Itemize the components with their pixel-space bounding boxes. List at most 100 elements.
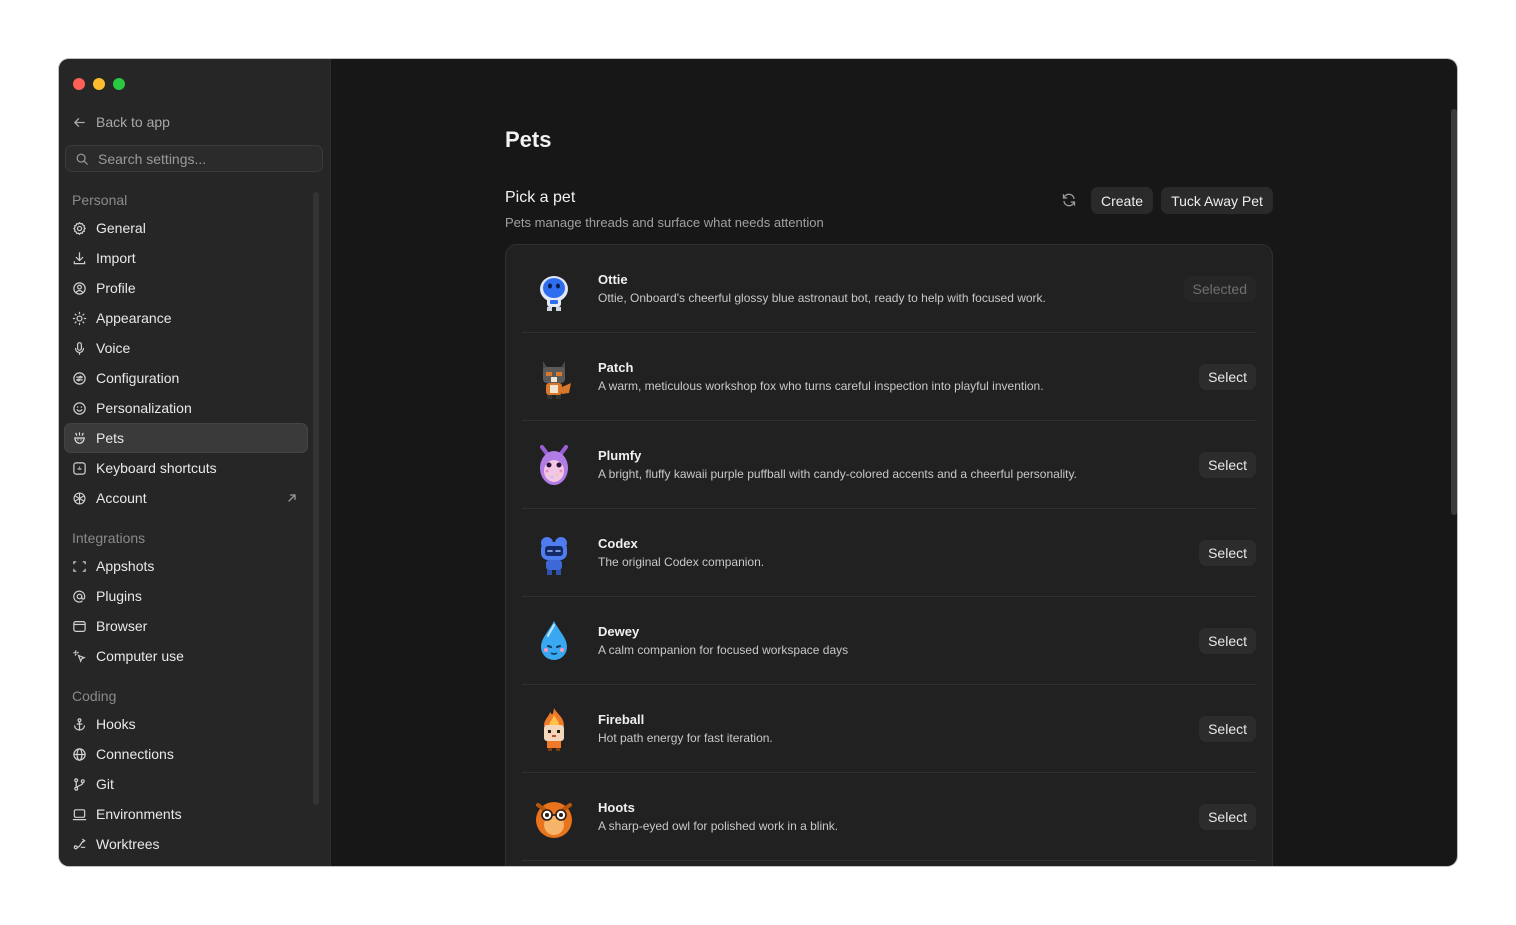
browser-icon: [73, 620, 86, 632]
globe-icon: [73, 747, 86, 761]
sidebar-item-label: Appshots: [96, 558, 155, 574]
pet-description: Hot path energy for fast iteration.: [598, 731, 773, 745]
user-circle-icon: [73, 281, 86, 295]
sidebar-item-label: Account: [96, 490, 147, 506]
openai-icon: [73, 491, 86, 505]
select-button[interactable]: Select: [1199, 540, 1256, 566]
pet-name: Hoots: [598, 800, 635, 815]
sidebar-item-connections[interactable]: Connections: [64, 739, 308, 769]
sidebar-item-plugins[interactable]: Plugins: [64, 581, 308, 611]
list-item: Codex The original Codex companion. Sele…: [522, 509, 1256, 597]
sidebar-item-label: Appearance: [96, 310, 172, 326]
sidebar-item-import[interactable]: Import: [64, 243, 308, 273]
gear-icon: [73, 221, 86, 235]
sidebar-item-label: General: [96, 220, 146, 236]
sidebar-item-computer-use[interactable]: Computer use: [64, 641, 308, 671]
sidebar-item-label: Computer use: [96, 648, 184, 664]
pet-description: A bright, fluffy kawaii purple puffball …: [598, 467, 1077, 481]
sidebar-item-voice[interactable]: Voice: [64, 333, 308, 363]
window-controls: [73, 78, 125, 90]
pet-name: Patch: [598, 360, 634, 375]
pet-name: Ottie: [598, 272, 628, 287]
select-button[interactable]: Select: [1199, 804, 1256, 830]
sliders-icon: [73, 371, 86, 385]
main-scrollbar[interactable]: [1451, 109, 1457, 515]
sidebar-item-label: Personalization: [96, 400, 192, 416]
sidebar-item-pets[interactable]: Pets: [64, 423, 308, 453]
sidebar-item-label: Hooks: [96, 716, 136, 732]
list-item: Hoots A sharp-eyed owl for polished work…: [522, 773, 1256, 861]
sidebar-item-appearance[interactable]: Appearance: [64, 303, 308, 333]
select-button[interactable]: Select: [1199, 364, 1256, 390]
select-button[interactable]: Select: [1199, 452, 1256, 478]
section-subtitle: Pets manage threads and surface what nee…: [505, 215, 824, 230]
sidebar-item-label: Git: [96, 776, 114, 792]
screenshot-icon: [73, 560, 86, 572]
settings-nav: Personal General Import Profile Appearan…: [64, 187, 308, 859]
list-item: Plumfy A bright, fluffy kawaii purple pu…: [522, 421, 1256, 509]
settings-window: Back to app Personal General Import Prof…: [59, 59, 1457, 866]
section-title: Pick a pet: [505, 189, 576, 206]
tuck-away-pet-button[interactable]: Tuck Away Pet: [1161, 187, 1273, 214]
search-box[interactable]: [65, 145, 323, 172]
pet-list: Ottie Ottie, Onboard's cheerful glossy b…: [505, 244, 1273, 866]
group-label-integrations: Integrations: [72, 530, 146, 546]
sidebar-item-label: Configuration: [96, 370, 180, 386]
pet-name: Plumfy: [598, 448, 642, 463]
pet-name: Codex: [598, 536, 638, 551]
sidebar: Back to app Personal General Import Prof…: [59, 59, 331, 866]
back-to-app-link[interactable]: Back to app: [72, 111, 170, 133]
list-item: Patch A warm, meticulous workshop fox wh…: [522, 333, 1256, 421]
paw-icon: [74, 431, 85, 444]
sidebar-item-general[interactable]: General: [64, 213, 308, 243]
pet-description: The original Codex companion.: [598, 555, 765, 569]
sparkle-cursor-icon: [73, 649, 86, 663]
pet-avatar-ottie: [540, 276, 568, 311]
download-icon: [73, 251, 86, 264]
sidebar-item-label: Environments: [96, 806, 182, 822]
back-label: Back to app: [96, 114, 170, 130]
sidebar-item-worktrees[interactable]: Worktrees: [64, 829, 308, 859]
sidebar-item-environments[interactable]: Environments: [64, 799, 308, 829]
smile-icon: [73, 401, 86, 415]
anchor-icon: [74, 717, 85, 731]
page-title: Pets: [505, 127, 552, 152]
sidebar-item-label: Profile: [96, 280, 136, 296]
sidebar-item-browser[interactable]: Browser: [64, 611, 308, 641]
keyboard-icon: [73, 461, 86, 475]
pet-avatar-hoots: [536, 802, 572, 838]
search-icon: [76, 153, 88, 165]
create-button[interactable]: Create: [1091, 187, 1153, 214]
pet-description: A calm companion for focused workspace d…: [598, 643, 849, 657]
worktree-icon: [73, 838, 86, 849]
list-item: Fireball Hot path energy for fast iterat…: [522, 685, 1256, 773]
sidebar-item-profile[interactable]: Profile: [64, 273, 308, 303]
sidebar-item-hooks[interactable]: Hooks: [64, 709, 308, 739]
arrow-left-icon: [74, 117, 85, 127]
sidebar-item-account[interactable]: Account: [64, 483, 308, 513]
git-branch-icon: [74, 777, 85, 791]
sidebar-item-label: Voice: [96, 340, 131, 356]
microphone-icon: [74, 341, 85, 355]
main-content: Pets Pick a pet Pets manage threads and …: [331, 59, 1457, 866]
search-input[interactable]: [98, 150, 308, 167]
sidebar-scrollbar[interactable]: [313, 192, 319, 805]
select-button[interactable]: Select: [1199, 628, 1256, 654]
sidebar-item-personalization[interactable]: Personalization: [64, 393, 308, 423]
sidebar-item-configuration[interactable]: Configuration: [64, 363, 308, 393]
list-item: Ottie Ottie, Onboard's cheerful glossy b…: [522, 245, 1256, 333]
sidebar-item-git[interactable]: Git: [64, 769, 308, 799]
sidebar-item-keyboard-shortcuts[interactable]: Keyboard shortcuts: [64, 453, 308, 483]
sidebar-item-label: Browser: [96, 618, 148, 634]
sidebar-item-label: Pets: [96, 430, 125, 446]
sidebar-item-label: Keyboard shortcuts: [96, 460, 217, 476]
pet-avatar-plumfy: [540, 445, 568, 485]
select-button[interactable]: Select: [1199, 716, 1256, 742]
minimize-window-button[interactable]: [93, 78, 105, 90]
refresh-icon[interactable]: [1060, 191, 1078, 209]
pet-description: Ottie, Onboard's cheerful glossy blue as…: [598, 291, 1046, 305]
group-label-coding: Coding: [72, 688, 117, 704]
maximize-window-button[interactable]: [113, 78, 125, 90]
close-window-button[interactable]: [73, 78, 85, 90]
sidebar-item-appshots[interactable]: Appshots: [64, 551, 308, 581]
